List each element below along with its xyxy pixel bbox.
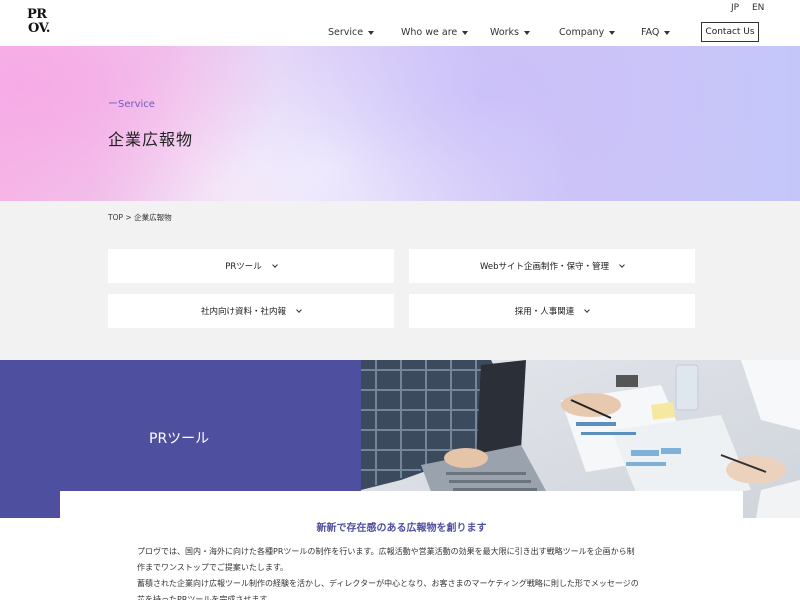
chevron-down-icon	[584, 306, 591, 313]
nav-who-we-are[interactable]: Who we are	[401, 27, 469, 38]
category-website-button[interactable]: Webサイト企画制作・保守・管理	[409, 249, 695, 283]
breadcrumb-home-link[interactable]: TOP	[108, 213, 123, 222]
paragraph-line: 蓄積された企業向け広報ツール制作の経験を活かし、ディレクターが中心となり、お客さ…	[137, 579, 639, 588]
category-recruitment-button[interactable]: 採用・人事関連	[409, 294, 695, 328]
chevron-down-icon	[296, 306, 302, 313]
lang-jp-link[interactable]: JP	[731, 3, 739, 13]
breadcrumb-separator: >	[125, 213, 132, 222]
caret-down-icon	[524, 30, 531, 35]
provo-logo[interactable]: PR OV.	[27, 8, 55, 38]
nav-service-label: Service	[328, 27, 364, 38]
category-label: PRツール	[225, 262, 262, 272]
category-label: 採用・人事関連	[514, 307, 575, 317]
category-label: Webサイト企画制作・保守・管理	[479, 262, 610, 272]
lang-en-link[interactable]: EN	[752, 3, 764, 13]
caret-down-icon	[368, 30, 375, 35]
nav-works-label: Works	[490, 27, 520, 38]
contact-us-button[interactable]: Contact Us	[701, 22, 759, 42]
category-label: 社内向け資料・社内報	[200, 307, 286, 317]
hero-banner: ーService 企業広報物	[0, 46, 800, 201]
nav-company-label: Company	[559, 27, 605, 38]
site-header: PR OV. JP EN Service Who we are Works Co…	[0, 0, 800, 46]
category-pr-tool-button[interactable]: PRツール	[108, 249, 394, 283]
chevron-down-icon	[271, 261, 278, 268]
nav-who-we-are-label: Who we are	[401, 27, 458, 38]
logo-line1: PR	[27, 7, 47, 22]
category-section: TOP > 企業広報物 PRツール Webサイト企画制作・保守・管理 社内向け資…	[0, 201, 800, 360]
category-internal-docs-button[interactable]: 社内向け資料・社内報	[108, 294, 394, 328]
pr-tool-title: PRツール	[149, 431, 210, 447]
breadcrumb-current: 企業広報物	[134, 213, 172, 222]
chevron-down-icon	[619, 261, 625, 268]
caret-down-icon	[462, 30, 469, 35]
hero-subtitle: ーService	[108, 99, 155, 110]
pr-tool-heading: 新新で存在感のある広報物を創ります	[316, 523, 487, 534]
breadcrumb: TOP > 企業広報物	[108, 212, 172, 223]
caret-down-icon	[609, 30, 616, 35]
page-title: 企業広報物	[108, 130, 194, 149]
caret-down-icon	[664, 30, 671, 35]
logo-line2: OV.	[28, 21, 50, 36]
nav-company[interactable]: Company	[559, 27, 616, 38]
pr-tool-description: プロヴでは、国内・海外に向けた各種PRツールの制作を行います。広報活動や営業活動…	[137, 544, 677, 600]
pr-tool-description-card: 新新で存在感のある広報物を創ります プロヴでは、国内・海外に向けた各種PRツール…	[60, 491, 743, 600]
paragraph-line: プロヴでは、国内・海外に向けた各種PRツールの制作を行います。広報活動や営業活動…	[137, 547, 635, 556]
nav-faq-label: FAQ	[641, 27, 660, 38]
nav-works[interactable]: Works	[490, 27, 531, 38]
nav-faq[interactable]: FAQ	[641, 27, 671, 38]
nav-service[interactable]: Service	[328, 27, 375, 38]
paragraph-line: 作までワンストップでご提案いたします。	[137, 563, 289, 572]
paragraph-line: 芯を持ったPRツールを完成させます。	[137, 595, 275, 600]
